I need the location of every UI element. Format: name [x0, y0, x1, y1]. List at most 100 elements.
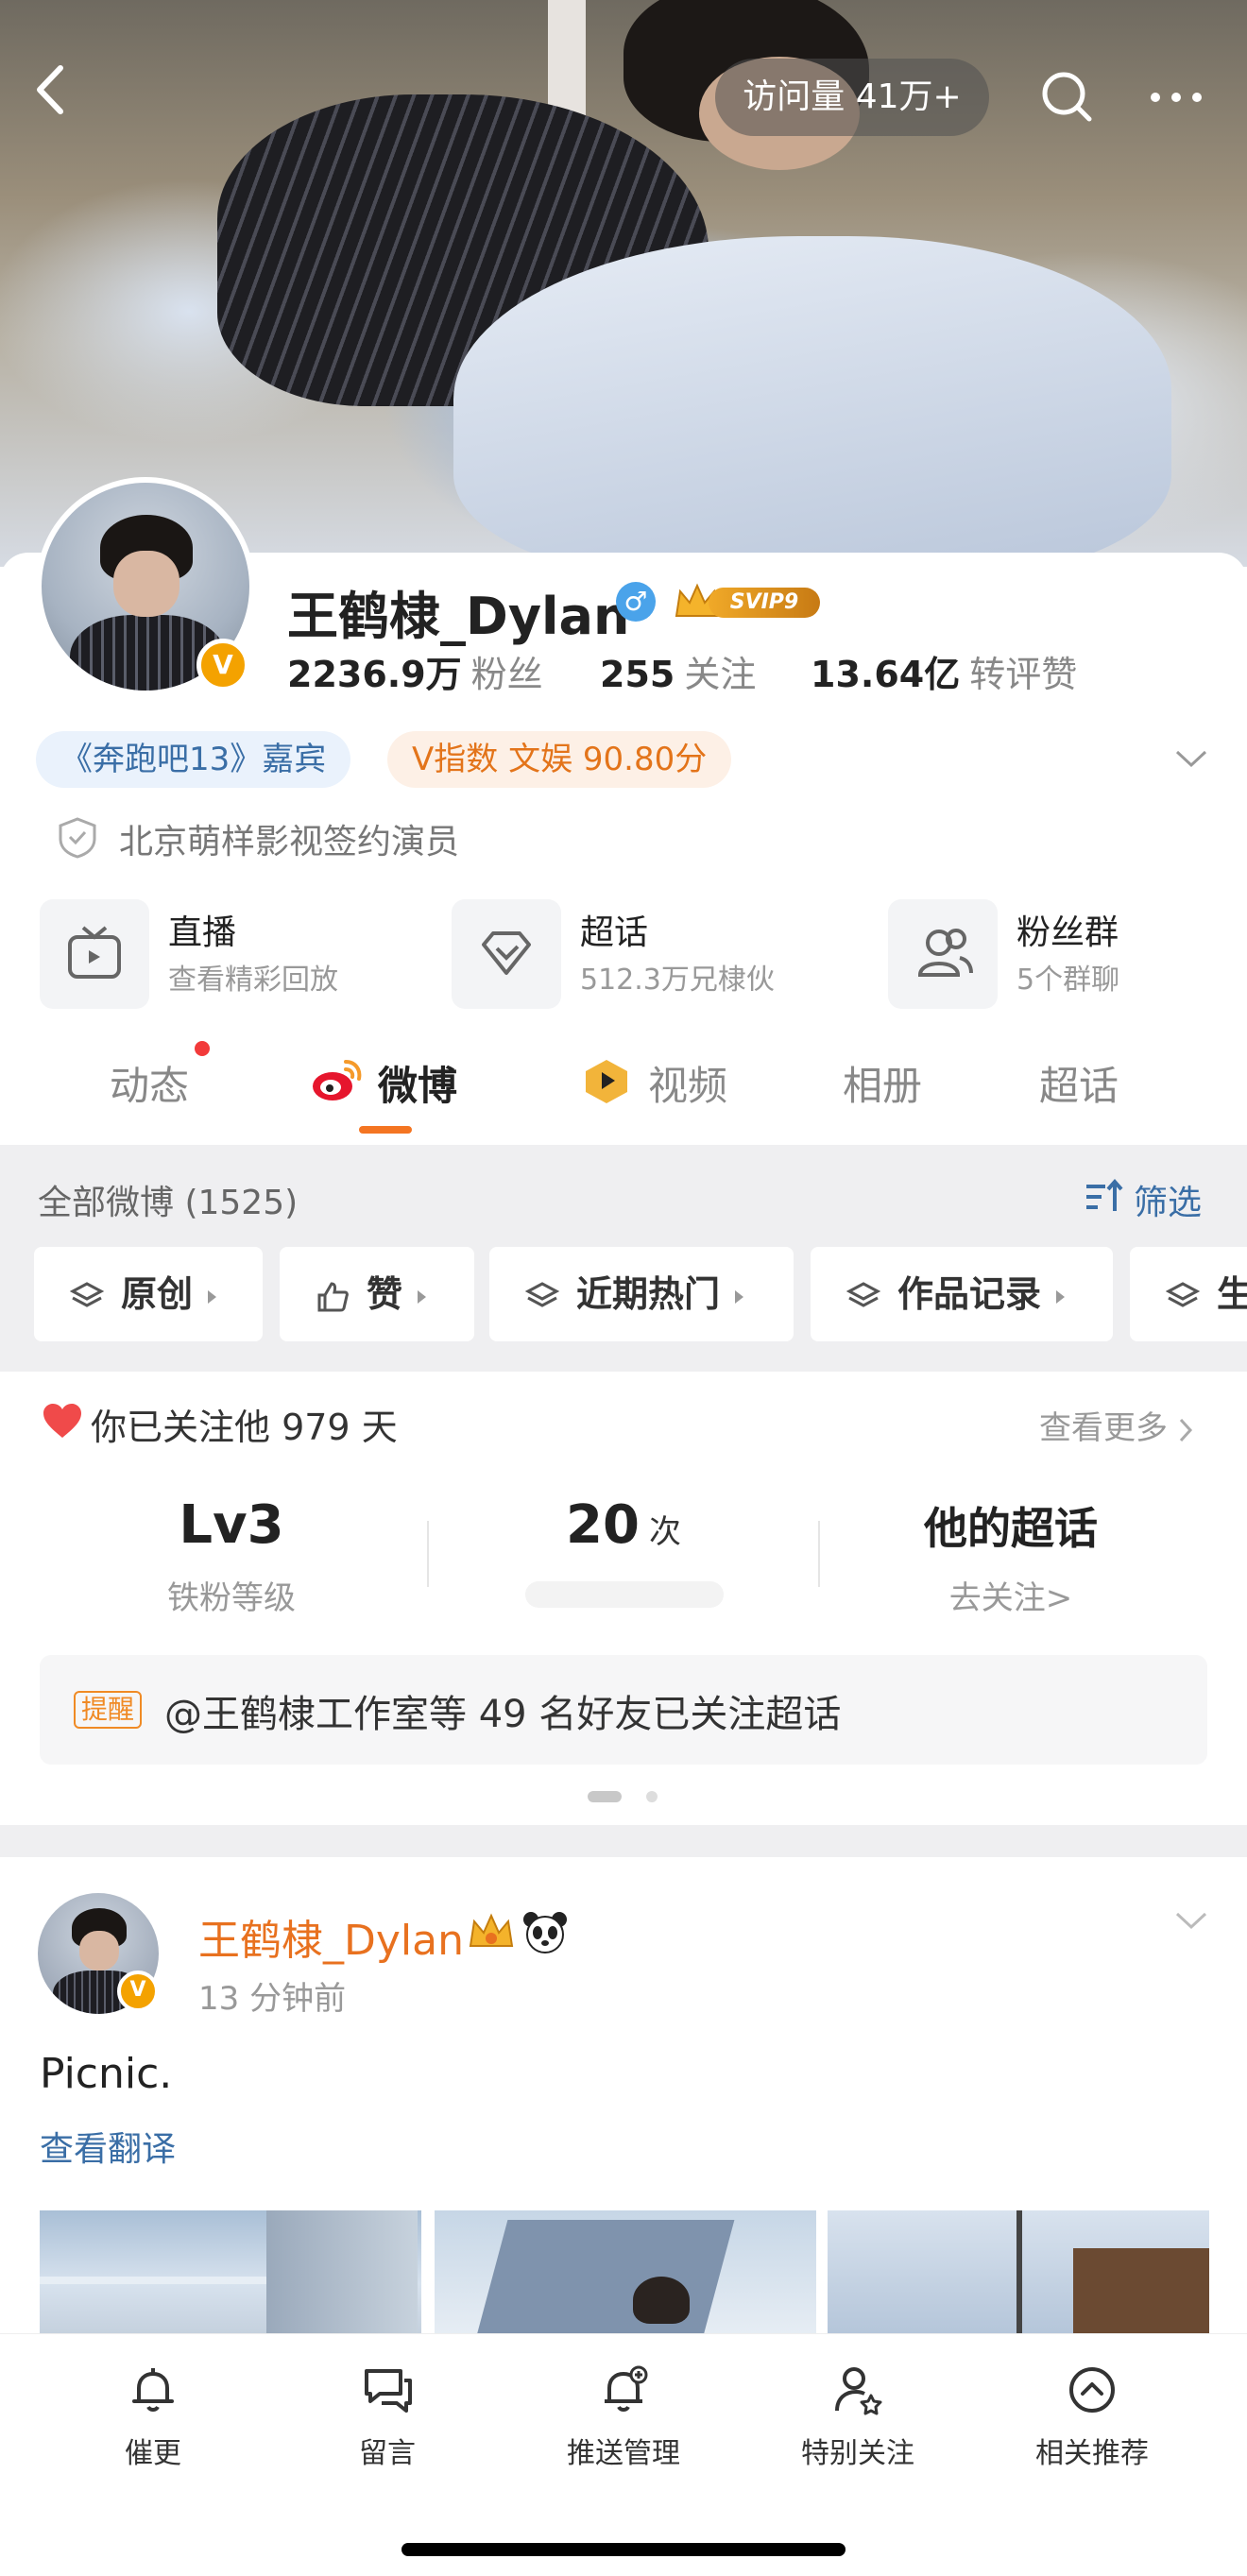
video-play-icon: [580, 1056, 633, 1105]
divider: [427, 1521, 429, 1587]
avatar-face: [113, 551, 179, 617]
layers-icon: [846, 1281, 880, 1307]
chip-liked[interactable]: 赞: [280, 1247, 474, 1341]
divider: [818, 1521, 820, 1587]
bottom-remind-update[interactable]: 催更: [68, 2362, 238, 2471]
cover-pillow: [453, 236, 1171, 567]
post-photo-3[interactable]: [828, 2210, 1209, 2333]
chip-arrow-icon: [208, 1289, 217, 1304]
chip-trending[interactable]: 近期热门: [489, 1247, 794, 1341]
heart-icon: [42, 1402, 83, 1440]
more-button[interactable]: [1143, 64, 1209, 130]
layers-icon: [1166, 1281, 1200, 1307]
stat-following-label: 关注: [684, 654, 757, 695]
thumbs-up-icon: [317, 1281, 349, 1311]
pager-dot-active: [588, 1791, 622, 1802]
crown-icon: [465, 1908, 518, 1955]
sort-filter-icon: [1083, 1177, 1126, 1217]
layers-icon: [525, 1281, 559, 1307]
supertopic-follow-link[interactable]: 去关注>: [869, 1572, 1153, 1618]
remind-tag: 提醒: [74, 1691, 143, 1729]
bottom-special-follow[interactable]: 特别关注: [773, 2362, 943, 2471]
post-author-name[interactable]: 王鹤棣_Dylan: [198, 1906, 464, 1967]
tab-dynamic[interactable]: 动态: [110, 1054, 189, 1112]
bell-icon: [132, 2368, 174, 2412]
service-fan-group[interactable]: 粉丝群 5个群聊: [888, 899, 1209, 1013]
tab-weibo[interactable]: 微博: [378, 1054, 457, 1112]
search-button[interactable]: [1034, 64, 1101, 130]
service-supertopic-title: 超话: [580, 913, 649, 952]
translate-link[interactable]: 查看翻译: [40, 2122, 176, 2171]
bottom-related-recommend[interactable]: 相关推荐: [1007, 2362, 1177, 2471]
bottom-message-label: 留言: [359, 2437, 416, 2470]
chip-life[interactable]: 生: [1130, 1247, 1247, 1341]
bottom-remind-update-label: 催更: [125, 2437, 181, 2470]
visit-count-pill[interactable]: 访问量 41万+: [715, 59, 989, 136]
interaction-count-value: 20: [566, 1494, 640, 1556]
count-label-placeholder: [525, 1581, 724, 1608]
chip-trending-label: 近期热门: [576, 1273, 721, 1315]
weibo-logo-icon: [310, 1056, 363, 1105]
service-fan-group-subtitle: 5个群聊: [1016, 964, 1120, 997]
chip-original[interactable]: 原创: [34, 1247, 263, 1341]
layers-icon: [70, 1281, 104, 1307]
search-icon: [1042, 72, 1092, 122]
post-verified-v-badge: V: [117, 1970, 159, 2012]
follow-days-text: 你已关注他 979 天: [91, 1407, 398, 1448]
service-fan-group-title: 粉丝群: [1016, 913, 1119, 952]
male-gender-icon: ♂: [616, 582, 656, 622]
friends-follow-reminder[interactable]: 提醒 @王鹤棣工作室等 49 名好友已关注超话: [40, 1655, 1207, 1765]
stat-likes-value: 13.64亿: [811, 654, 961, 695]
service-live[interactable]: 直播 查看精彩回放: [40, 899, 418, 1013]
stat-likes-label: 转评赞: [969, 654, 1078, 695]
filter-button[interactable]: 筛选: [1134, 1175, 1202, 1224]
bottom-push-settings[interactable]: 推送管理: [538, 2362, 709, 2471]
shield-icon: [57, 816, 98, 860]
bottom-push-settings-label: 推送管理: [567, 2437, 680, 2470]
post-photo-1[interactable]: [40, 2210, 421, 2333]
guest-tag[interactable]: 《奔跑吧13》嘉宾: [36, 731, 351, 788]
interaction-count-unit: 次: [648, 1513, 681, 1551]
svip-badge[interactable]: SVIP9: [671, 578, 822, 625]
verified-v-badge: V: [196, 639, 249, 691]
stat-likes[interactable]: 13.64亿 转评赞: [811, 645, 1077, 697]
tab-album[interactable]: 相册: [843, 1054, 922, 1112]
bottom-related-recommend-label: 相关推荐: [1035, 2437, 1149, 2470]
chip-works-label: 作品记录: [897, 1273, 1042, 1315]
remind-text: @王鹤棣工作室等 49 名好友已关注超话: [164, 1693, 842, 1736]
back-button[interactable]: [19, 57, 85, 123]
post-photo-2[interactable]: [435, 2210, 816, 2333]
stat-following[interactable]: 255 关注: [600, 645, 756, 697]
v-index-tag[interactable]: V指数 文娱 90.80分: [387, 731, 732, 788]
tab-supertopic[interactable]: 超话: [1039, 1054, 1119, 1112]
service-live-subtitle: 查看精彩回放: [168, 964, 338, 997]
chip-arrow-icon: [735, 1289, 744, 1304]
chat-icon: [365, 2369, 412, 2413]
fan-level-value[interactable]: Lv3: [94, 1494, 368, 1556]
chip-arrow-icon: [418, 1289, 427, 1304]
unread-dot: [195, 1041, 210, 1056]
stat-fans-value: 2236.9万: [287, 654, 462, 695]
expand-profile-button[interactable]: [1168, 735, 1215, 782]
verification-text: 北京萌样影视签约演员: [119, 823, 460, 862]
chip-works[interactable]: 作品记录: [811, 1247, 1113, 1341]
chevron-down-icon: [1175, 1912, 1207, 1930]
tab-video[interactable]: 视频: [648, 1054, 727, 1112]
interaction-count[interactable]: 20 次: [491, 1494, 756, 1556]
home-indicator: [401, 2543, 846, 2556]
chip-arrow-icon: [1056, 1289, 1066, 1304]
bottom-message[interactable]: 留言: [302, 2362, 472, 2471]
diamond-icon: [452, 899, 561, 1009]
supertopic-value[interactable]: 他的超话: [869, 1494, 1153, 1557]
post-menu-button[interactable]: [1168, 1902, 1215, 1940]
more-dots-icon: [1151, 93, 1202, 102]
chip-original-label: 原创: [121, 1273, 194, 1315]
post-time: 13 分钟前: [198, 1980, 347, 2018]
service-supertopic-subtitle: 512.3万兄棣伙: [580, 964, 775, 997]
see-more-link[interactable]: 查看更多: [1039, 1402, 1200, 1448]
service-live-title: 直播: [168, 913, 237, 952]
stat-fans[interactable]: 2236.9万 粉丝: [287, 645, 543, 697]
chip-liked-label: 赞: [367, 1273, 403, 1315]
svip-label: SVIP9: [709, 588, 820, 618]
service-supertopic[interactable]: 超话 512.3万兄棣伙: [452, 899, 848, 1013]
